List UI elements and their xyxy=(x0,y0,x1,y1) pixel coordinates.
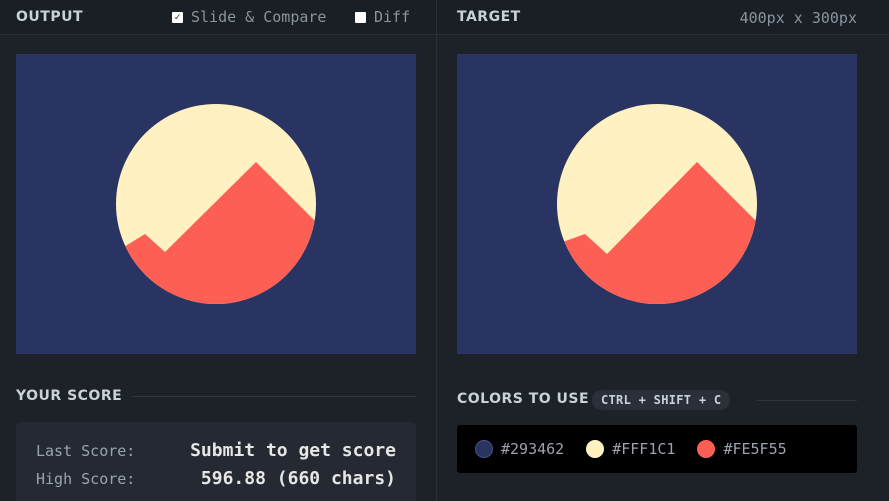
color-hex-cream: #FFF1C1 xyxy=(612,440,676,458)
target-canvas xyxy=(457,54,857,354)
color-dot-coral xyxy=(697,440,716,458)
high-score-row: High Score: 596.88 (660 chars) xyxy=(36,468,396,489)
diff-label: Diff xyxy=(374,8,411,26)
diff-toggle[interactable]: Diff xyxy=(355,8,410,26)
output-canvas[interactable] xyxy=(16,54,416,354)
diff-checkbox[interactable] xyxy=(355,11,366,23)
output-title: OUTPUT xyxy=(16,9,83,25)
target-artwork xyxy=(457,54,857,354)
css-battle-workspace: OUTPUT ✓ Slide & Compare Diff YOUR SCORE… xyxy=(0,0,889,501)
color-dot-cream xyxy=(586,440,605,458)
target-header: TARGET 400px x 300px xyxy=(437,0,889,35)
high-score-label: High Score: xyxy=(36,470,136,488)
output-panel: OUTPUT ✓ Slide & Compare Diff YOUR SCORE… xyxy=(0,0,436,501)
score-header: YOUR SCORE xyxy=(16,388,416,408)
slide-compare-checkbox[interactable]: ✓ xyxy=(172,11,183,23)
color-swatch-bar: #293462 #FFF1C1 #FE5F55 xyxy=(457,425,857,473)
target-panel: TARGET 400px x 300px COLORS TO USE CTRL … xyxy=(437,0,889,501)
color-dot-navy xyxy=(475,440,493,458)
color-swatch-coral[interactable]: #FE5F55 xyxy=(697,440,787,458)
output-header: OUTPUT ✓ Slide & Compare Diff xyxy=(0,0,436,35)
score-title: YOUR SCORE xyxy=(16,388,123,404)
score-box: Last Score: Submit to get score High Sco… xyxy=(16,422,416,501)
colors-divider xyxy=(757,400,857,401)
check-icon: ✓ xyxy=(174,11,181,23)
last-score-label: Last Score: xyxy=(36,442,136,460)
color-hex-navy: #293462 xyxy=(501,440,565,458)
last-score-value: Submit to get score xyxy=(190,440,396,461)
target-title: TARGET xyxy=(457,9,521,25)
color-hex-coral: #FE5F55 xyxy=(723,440,787,458)
copy-colors-shortcut: CTRL + SHIFT + C xyxy=(592,390,731,410)
color-swatch-navy[interactable]: #293462 xyxy=(475,440,564,458)
output-artwork xyxy=(16,54,416,354)
high-score-value: 596.88 (660 chars) xyxy=(200,468,396,489)
target-dimensions: 400px x 300px xyxy=(739,9,857,27)
colors-title: COLORS TO USE xyxy=(457,391,590,407)
score-divider xyxy=(132,396,416,397)
color-swatch-cream[interactable]: #FFF1C1 xyxy=(586,440,675,458)
colors-header: COLORS TO USE CTRL + SHIFT + C xyxy=(457,390,857,412)
last-score-row: Last Score: Submit to get score xyxy=(36,440,396,461)
slide-compare-toggle[interactable]: ✓ Slide & Compare xyxy=(172,8,326,26)
slide-compare-label: Slide & Compare xyxy=(191,8,327,26)
